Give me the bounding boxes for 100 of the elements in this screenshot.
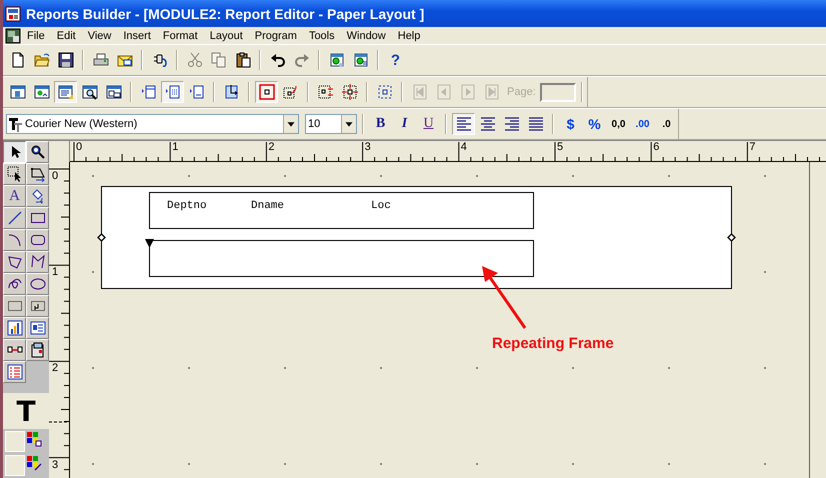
- color-well[interactable]: [5, 431, 25, 452]
- window-icon: [328, 52, 344, 68]
- page-icon: [10, 52, 26, 68]
- undo-icon: [270, 52, 286, 68]
- window-icon: [10, 84, 26, 100]
- italic-button[interactable]: I: [393, 113, 416, 135]
- ellipse-icon: [30, 276, 46, 292]
- toolbar-button[interactable]: [255, 81, 278, 103]
- dotted-square-icon: [318, 84, 334, 100]
- menu-item[interactable]: Layout: [204, 30, 249, 42]
- polyline-icon: [30, 254, 46, 270]
- ruler-number: 3: [52, 460, 58, 471]
- scissors-icon: [186, 52, 202, 68]
- copy-icon: [210, 52, 226, 68]
- field-icon: [30, 320, 46, 336]
- rectangle-icon: [30, 210, 46, 226]
- ruler-number: 1: [52, 267, 58, 278]
- justify-icon: [528, 116, 544, 132]
- toolbar-button[interactable]: [161, 81, 184, 103]
- menu-item[interactable]: Format: [156, 30, 204, 42]
- font-preview: T: [16, 394, 36, 428]
- windows-icon: [106, 84, 122, 100]
- underline-button[interactable]: U: [417, 113, 440, 135]
- menu-item[interactable]: View: [82, 30, 118, 42]
- frame-icon: [164, 84, 180, 100]
- font-dropdown[interactable]: Courier New (Western): [6, 114, 299, 134]
- menu-item[interactable]: File: [21, 30, 51, 42]
- page-field[interactable]: [540, 82, 576, 102]
- ruler-number: 2: [268, 142, 275, 153]
- ruler-number: 3: [364, 142, 371, 153]
- menu-item[interactable]: Insert: [117, 30, 157, 42]
- ruler-number: 4: [460, 142, 467, 153]
- format-button[interactable]: 0,0: [607, 113, 630, 135]
- document-icon: [5, 28, 21, 44]
- color-well[interactable]: [5, 455, 25, 476]
- app-icon: [5, 6, 21, 22]
- window-icon: [352, 52, 368, 68]
- arc-icon: [6, 232, 22, 248]
- menu-item[interactable]: Tools: [302, 30, 341, 42]
- last-icon: [484, 84, 500, 100]
- polygon-icon: [6, 254, 22, 270]
- menu-item[interactable]: Window: [340, 30, 392, 42]
- ruler-number: 0: [76, 142, 82, 153]
- palette-icon: [26, 455, 42, 471]
- marquee-icon: [6, 166, 22, 182]
- previous-icon: [436, 84, 452, 100]
- window-icon: [34, 84, 50, 100]
- folder-icon: [34, 52, 50, 68]
- format-button[interactable]: %: [583, 113, 606, 135]
- format-button[interactable]: $: [559, 113, 582, 135]
- text-tool-button[interactable]: A: [3, 185, 26, 207]
- field-label: Deptno: [167, 200, 207, 212]
- resize-handle[interactable]: [727, 233, 736, 242]
- format-button[interactable]: .0: [655, 113, 678, 135]
- menu-item[interactable]: Help: [392, 30, 426, 42]
- first-icon: [412, 84, 428, 100]
- align-center-icon: [480, 116, 496, 132]
- repeating-frame-icon: [30, 298, 46, 314]
- truetype-icon: [7, 116, 23, 132]
- clipboard-icon: [234, 52, 250, 68]
- chart-icon: [6, 320, 22, 336]
- field-label: Loc: [371, 200, 391, 212]
- redo-icon: [294, 52, 310, 68]
- square-arrow-icon: [282, 84, 298, 100]
- ruler-number: 7: [749, 142, 756, 153]
- next-icon: [460, 84, 476, 100]
- font-size-dropdown[interactable]: 10: [305, 114, 357, 134]
- arrow: [482, 266, 526, 329]
- magnifier-window-icon: [82, 84, 98, 100]
- bold-button[interactable]: B: [369, 113, 392, 135]
- frame-icon: [188, 84, 204, 100]
- printer-icon: [92, 52, 108, 68]
- align-button[interactable]: [452, 113, 475, 135]
- rounded-rectangle-icon: [30, 232, 46, 248]
- help-button[interactable]: ?: [384, 49, 407, 71]
- dotted-square-icon: [342, 84, 358, 100]
- menu-item[interactable]: Program: [248, 30, 303, 42]
- ruler-number: 6: [653, 142, 660, 153]
- menu-item[interactable]: Edit: [50, 30, 82, 42]
- tool-button[interactable]: [3, 141, 26, 163]
- resize-handle[interactable]: [97, 233, 106, 242]
- align-right-icon: [504, 116, 520, 132]
- toolbar-button[interactable]: [54, 81, 77, 103]
- file-icon: [30, 342, 46, 358]
- ruler-number: 2: [52, 363, 58, 374]
- format-button[interactable]: .00: [631, 113, 654, 135]
- plug-icon: [152, 52, 168, 68]
- frame-icon: [6, 298, 22, 314]
- reshape-icon: [30, 166, 46, 182]
- repeating-frame-marker: [145, 239, 154, 248]
- table-icon: [6, 364, 22, 380]
- frame-icon: [140, 84, 156, 100]
- window-title: Reports Builder - [MODULE2: Report Editor - Paper Layout ]: [26, 6, 424, 22]
- magnifier-icon: [30, 144, 46, 160]
- page-label: Page:: [507, 86, 536, 98]
- field-label: Dname: [251, 200, 284, 212]
- edit-window-icon: [58, 84, 74, 100]
- floppy-icon: [58, 52, 74, 68]
- line-icon: [6, 210, 22, 226]
- ruler-number: 1: [172, 142, 178, 153]
